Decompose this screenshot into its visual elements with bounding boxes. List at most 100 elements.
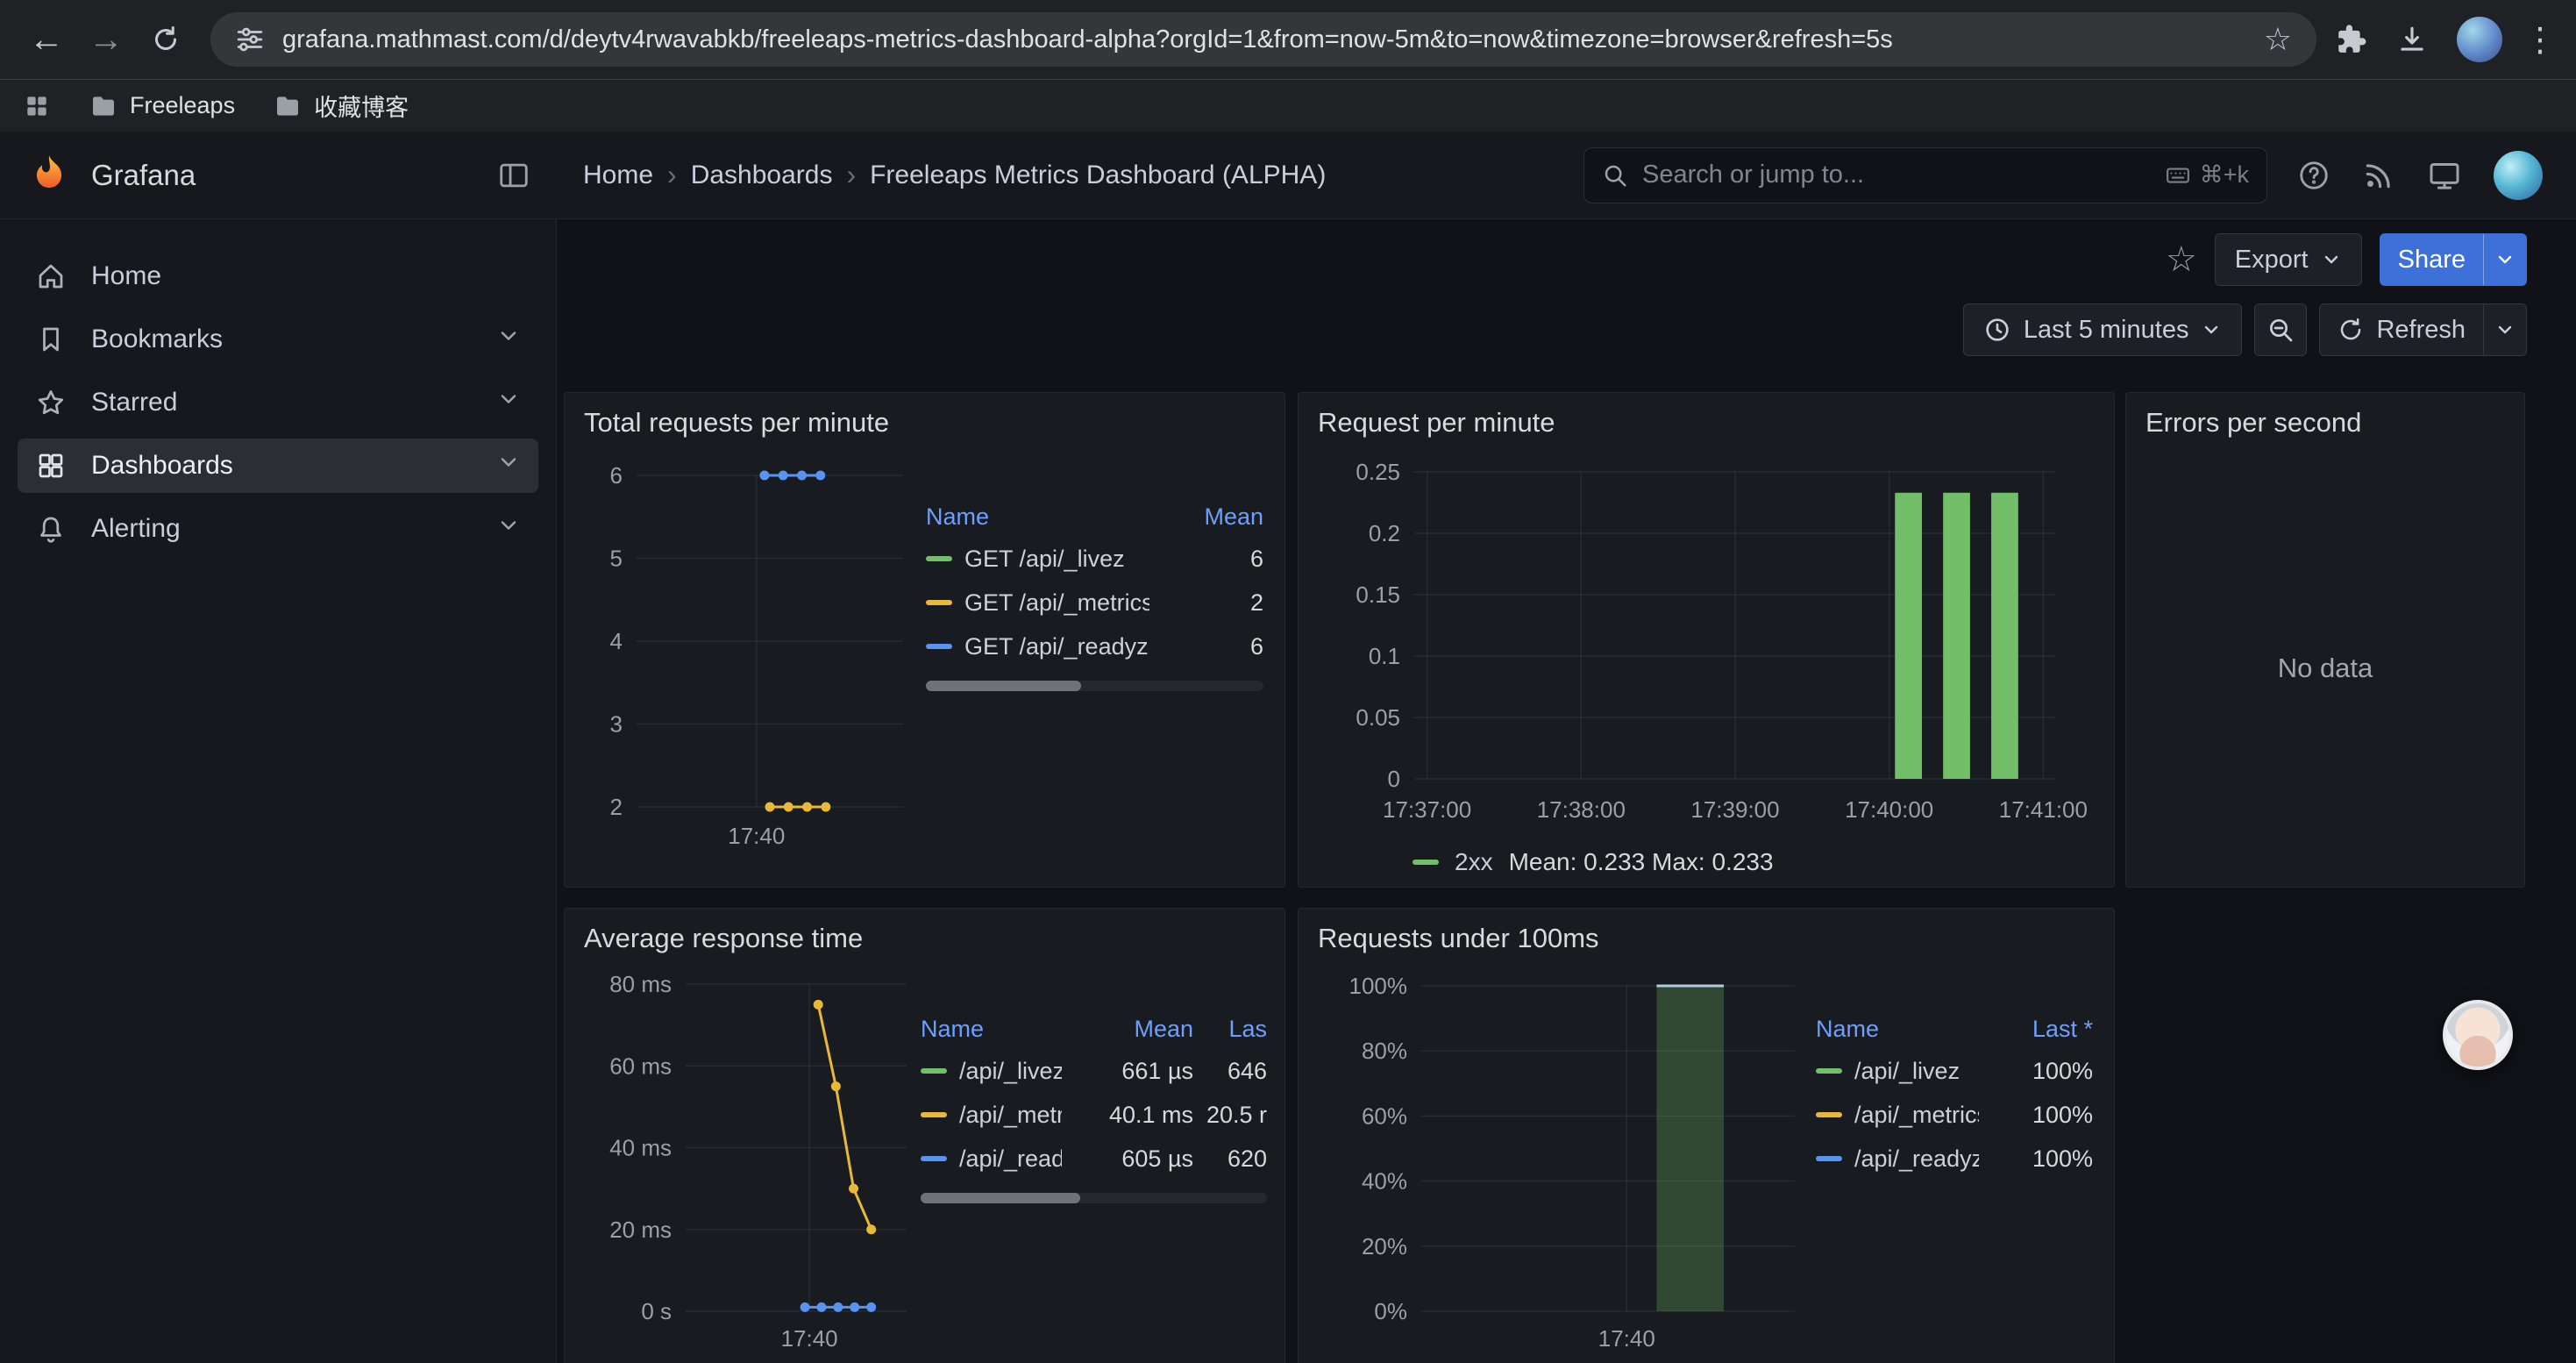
search-box[interactable]: ⌘+k [1583, 147, 2267, 203]
chevron-down-icon [2321, 249, 2342, 270]
bookmark-star-icon[interactable]: ☆ [2264, 21, 2292, 58]
chevron-down-icon[interactable] [496, 324, 521, 355]
browser-profile-avatar[interactable] [2457, 17, 2502, 62]
assistant-avatar[interactable] [2443, 1000, 2513, 1070]
under-100ms-chart[interactable]: 100%80%60%40%20%0%17:40 [1316, 967, 1807, 1357]
chevron-down-icon[interactable] [496, 513, 521, 545]
sidebar-toggle-icon[interactable] [497, 159, 530, 192]
monitor-icon[interactable] [2427, 158, 2462, 193]
total-requests-chart[interactable]: 6543217:40 [582, 451, 915, 854]
series-name[interactable]: GET /api/_metrics [964, 589, 1149, 617]
share-menu-toggle[interactable] [2483, 234, 2526, 285]
series-mean: 605 µs [1062, 1145, 1193, 1173]
browser-back-button[interactable]: ← [19, 12, 74, 67]
legend-header-name[interactable]: Name [921, 1016, 1062, 1043]
panel-title[interactable]: Errors per second [2126, 393, 2524, 447]
help-icon[interactable] [2297, 159, 2330, 192]
series-name[interactable]: /api/_metrics [1854, 1102, 1979, 1129]
share-button[interactable]: Share [2380, 233, 2527, 286]
series-legend: 2xx Mean: 0.233 Max: 0.233 [1413, 848, 1774, 876]
series-name[interactable]: 2xx [1455, 848, 1493, 876]
sidebar-item-dashboards[interactable]: Dashboards [18, 439, 538, 493]
url-bar[interactable]: grafana.mathmast.com/d/deytv4rwavabkb/fr… [210, 12, 2316, 67]
scrollbar-thumb[interactable] [921, 1193, 1080, 1203]
zoom-out-button[interactable] [2254, 303, 2307, 356]
scrollbar-thumb[interactable] [926, 681, 1081, 691]
svg-text:17:40: 17:40 [1598, 1325, 1655, 1352]
sidebar-item-label: Starred [91, 388, 177, 417]
sidebar-item-starred[interactable]: Starred [18, 375, 538, 430]
breadcrumb-home[interactable]: Home [583, 161, 653, 190]
svg-text:20%: 20% [1362, 1233, 1407, 1260]
user-avatar[interactable] [2494, 151, 2543, 200]
panel-title[interactable]: Requests under 100ms [1299, 909, 2114, 963]
time-range-picker[interactable]: Last 5 minutes [1963, 303, 2243, 356]
svg-text:100%: 100% [1349, 973, 1408, 999]
panel-total-requests: Total requests per minute 6543217:40 Nam… [564, 392, 1285, 888]
series-name[interactable]: /api/_livez [1854, 1058, 1960, 1085]
breadcrumb-separator: › [846, 159, 856, 191]
svg-text:0.1: 0.1 [1369, 643, 1400, 669]
dashboard-toolbar: ☆ Export Share [2166, 233, 2527, 286]
bookmark-item[interactable]: 收藏博客 [274, 89, 409, 123]
series-name[interactable]: /api/_readyz [1854, 1145, 1979, 1173]
series-name[interactable]: GET /api/_readyz [964, 633, 1149, 660]
bookmark-item[interactable]: Freeleaps [89, 92, 235, 120]
nav-sidebar: Home Bookmarks Starred Dashboards Alerti… [0, 219, 557, 1363]
export-button[interactable]: Export [2215, 233, 2362, 286]
apps-grid-icon[interactable] [23, 92, 51, 120]
downloads-icon[interactable] [2395, 23, 2429, 56]
refresh-interval-toggle[interactable] [2483, 304, 2526, 355]
breadcrumb-dashboards[interactable]: Dashboards [691, 161, 833, 190]
request-per-minute-chart[interactable]: 0.250.20.150.10.05017:37:0017:38:0017:39… [1316, 451, 2098, 828]
sidebar-item-alerting[interactable]: Alerting [18, 502, 538, 556]
series-swatch [921, 1112, 947, 1117]
zoom-out-icon [2266, 316, 2295, 344]
legend-header-name[interactable]: Name [1816, 1016, 1979, 1043]
sidebar-item-home[interactable]: Home [18, 249, 538, 303]
sidebar-item-bookmarks[interactable]: Bookmarks [18, 312, 538, 367]
series-swatch [1816, 1156, 1842, 1161]
site-settings-icon[interactable] [235, 25, 265, 54]
series-name[interactable]: /api/_livez [959, 1058, 1062, 1085]
news-rss-icon[interactable] [2362, 159, 2395, 192]
search-input[interactable] [1642, 161, 2151, 189]
svg-text:80 ms: 80 ms [609, 971, 672, 997]
series-name[interactable]: /api/_metrics [959, 1102, 1062, 1129]
legend-scrollbar[interactable] [926, 681, 1263, 691]
clock-icon [1983, 316, 2011, 344]
browser-reload-button[interactable] [139, 12, 193, 67]
grafana-logo[interactable] [26, 153, 72, 198]
svg-text:0 s: 0 s [641, 1298, 672, 1324]
browser-forward-button[interactable]: → [79, 12, 133, 67]
legend-row: /api/_readyz 100% [1816, 1137, 2093, 1181]
url-text[interactable]: grafana.mathmast.com/d/deytv4rwavabkb/fr… [282, 25, 2246, 54]
svg-text:40 ms: 40 ms [609, 1135, 672, 1161]
breadcrumb-separator: › [667, 159, 677, 191]
extensions-icon[interactable] [2334, 23, 2367, 56]
panel-title[interactable]: Total requests per minute [565, 393, 1284, 447]
legend-scrollbar[interactable] [921, 1193, 1267, 1203]
legend-header-mean[interactable]: Mean [1062, 1016, 1193, 1043]
chevron-down-icon[interactable] [496, 387, 521, 418]
legend-header-mean[interactable]: Mean [1149, 503, 1263, 531]
svg-text:0: 0 [1388, 766, 1400, 792]
legend-header-last[interactable]: Last * [1979, 1016, 2093, 1043]
panel-title[interactable]: Request per minute [1299, 393, 2114, 447]
series-last: 100% [1979, 1102, 2093, 1129]
svg-text:17:37:00: 17:37:00 [1383, 796, 1471, 823]
legend-row: GET /api/_readyz 6 [926, 624, 1263, 668]
svg-text:0.25: 0.25 [1356, 459, 1400, 485]
series-name[interactable]: GET /api/_livez [964, 546, 1125, 573]
legend-header-last[interactable]: Las [1193, 1016, 1267, 1043]
series-name[interactable]: /api/_readyz [959, 1145, 1062, 1173]
chevron-down-icon[interactable] [496, 450, 521, 482]
legend-header-name[interactable]: Name [926, 503, 1149, 531]
panel-title[interactable]: Average response time [565, 909, 1284, 963]
favorite-star-icon[interactable]: ☆ [2166, 239, 2197, 280]
avg-response-chart[interactable]: 80 ms60 ms40 ms20 ms0 s17:40 [582, 967, 915, 1357]
svg-text:2: 2 [610, 794, 623, 820]
sidebar-item-label: Home [91, 261, 161, 291]
browser-menu-icon[interactable]: ⋮ [2523, 20, 2557, 60]
refresh-button[interactable]: Refresh [2319, 303, 2527, 356]
